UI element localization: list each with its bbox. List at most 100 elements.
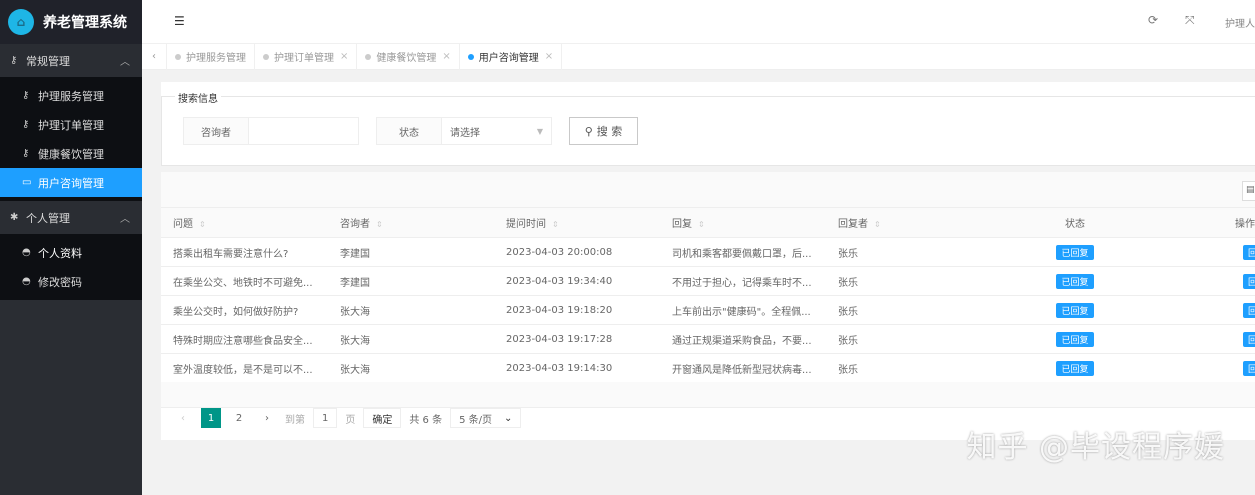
- cell-consultant: 李建国: [328, 266, 494, 296]
- cell-time: 2023-04-03 20:00:08: [494, 237, 660, 267]
- col-question[interactable]: 问题 ⇕: [161, 207, 328, 238]
- col-reply[interactable]: 回复 ⇕: [660, 207, 826, 238]
- item-label: 护理服务管理: [38, 89, 104, 103]
- tab-dot: [263, 53, 269, 60]
- item-label: 健康餐饮管理: [38, 147, 104, 161]
- col-time[interactable]: 提问时间 ⇕: [494, 207, 660, 238]
- sort-icon[interactable]: ⇕: [199, 220, 206, 229]
- item-label: 用户咨询管理: [38, 176, 104, 190]
- key-icon: ⚷: [22, 119, 30, 130]
- app-logo[interactable]: ⌂ 养老管理系统: [0, 0, 142, 44]
- item-label: 个人资料: [38, 246, 82, 260]
- cell-replier: 张乐: [826, 295, 992, 325]
- tabs-scroll-left-icon[interactable]: ‹: [142, 43, 167, 70]
- print-icon[interactable]: ▤: [1242, 181, 1255, 201]
- reply-button[interactable]: 回复: [1242, 302, 1255, 318]
- table-row: 乘坐公交时，如何做好防护? 张大海 2023-04-03 19:18:20 上车…: [161, 295, 1255, 325]
- consultant-field: 咨询者: [183, 117, 359, 145]
- reply-button[interactable]: 回复: [1242, 360, 1255, 376]
- tab-consultation[interactable]: 用户咨询管理 ×: [460, 43, 563, 70]
- cell-replier: 张乐: [826, 353, 992, 383]
- chevron-up-icon: ︿: [120, 214, 130, 225]
- item-label: 修改密码: [38, 275, 82, 289]
- tab-nursing-order[interactable]: 护理订单管理 ×: [255, 43, 358, 70]
- table-toolbar: [161, 172, 1255, 207]
- table-row: 特殊时期应注意哪些食品安全... 张大海 2023-04-03 19:17:28…: [161, 324, 1255, 354]
- sidebar-group-general[interactable]: ⚷ 常规管理 ︿: [0, 44, 142, 77]
- col-label: 状态: [1065, 219, 1085, 230]
- cell-time: 2023-04-03 19:17:28: [494, 324, 660, 354]
- tab-bar: ‹ 护理服务管理 护理订单管理 × 健康餐饮管理 × 用户咨询管理 ×: [142, 43, 1255, 70]
- cell-replier: 张乐: [826, 266, 992, 296]
- cell-consultant: 张大海: [328, 353, 494, 383]
- folder-icon: ▭: [22, 177, 32, 188]
- tab-dot: [365, 53, 372, 60]
- status-badge: 已回复: [1056, 331, 1094, 347]
- col-label: 提问时间: [506, 219, 546, 230]
- table-header-row: 问题 ⇕ 咨询者 ⇕ 提问时间 ⇕ 回复 ⇕ 回复者 ⇕ 状态 操作: [161, 207, 1255, 238]
- page-size-value: 5 条/页: [459, 414, 493, 426]
- tab-diet[interactable]: 健康餐饮管理 ×: [357, 43, 460, 70]
- reply-button[interactable]: 回复: [1242, 331, 1255, 347]
- goto-confirm-button[interactable]: 确定: [363, 408, 402, 428]
- consultation-table: 问题 ⇕ 咨询者 ⇕ 提问时间 ⇕ 回复 ⇕ 回复者 ⇕ 状态 操作 搭乘出租车需要注意什…: [161, 207, 1255, 383]
- cell-question: 特殊时期应注意哪些食品安全...: [161, 324, 328, 354]
- sort-icon[interactable]: ⇕: [698, 220, 705, 229]
- close-icon[interactable]: ×: [442, 51, 450, 62]
- caret-down-icon: ▼: [536, 126, 543, 136]
- tab-nursing-service[interactable]: 护理服务管理: [167, 43, 255, 70]
- search-icon: ⚲: [584, 124, 593, 138]
- top-header: ☰ ⟳ ⤧ 护理人: [142, 0, 1255, 44]
- close-icon[interactable]: ×: [340, 51, 348, 62]
- sidebar-item-change-password[interactable]: ◓ 修改密码: [0, 267, 142, 296]
- page-1[interactable]: 1: [201, 408, 221, 428]
- page-2[interactable]: 2: [229, 408, 249, 428]
- key-icon: ⚷: [22, 148, 30, 159]
- fullscreen-icon[interactable]: ⤧: [1185, 13, 1195, 28]
- sort-icon[interactable]: ⇕: [376, 220, 383, 229]
- sidebar-item-consultation[interactable]: ▭ 用户咨询管理: [0, 168, 142, 197]
- sort-icon[interactable]: ⇕: [874, 220, 881, 229]
- col-label: 回复: [672, 219, 692, 230]
- table-row: 室外温度较低，是不是可以不... 张大海 2023-04-03 19:14:30…: [161, 353, 1255, 383]
- refresh-icon[interactable]: ⟳: [1148, 13, 1158, 27]
- cell-consultant: 张大海: [328, 324, 494, 354]
- reply-button[interactable]: 回复: [1242, 244, 1255, 260]
- cell-question: 搭乘出租车需要注意什么?: [161, 237, 328, 267]
- cell-question: 室外温度较低，是不是可以不...: [161, 353, 328, 383]
- sidebar-group-personal[interactable]: ✱ 个人管理 ︿: [0, 201, 142, 234]
- col-replier[interactable]: 回复者 ⇕: [826, 207, 992, 238]
- sidebar-item-nursing-service[interactable]: ⚷ 护理服务管理: [0, 81, 142, 110]
- group-label: 个人管理: [26, 211, 70, 225]
- user-menu[interactable]: 护理人: [1225, 15, 1255, 30]
- cell-action: 回复: [1158, 324, 1255, 354]
- col-consultant[interactable]: 咨询者 ⇕: [328, 207, 494, 238]
- cell-question: 在乘坐公交、地铁时不可避免...: [161, 266, 328, 296]
- search-button[interactable]: ⚲ 搜 索: [569, 117, 638, 145]
- next-page-icon[interactable]: ›: [257, 408, 277, 428]
- cell-reply: 开窗通风是降低新型冠状病毒...: [660, 353, 826, 383]
- cell-question: 乘坐公交时，如何做好防护?: [161, 295, 328, 325]
- sidebar-item-profile[interactable]: ◓ 个人资料: [0, 238, 142, 267]
- cell-status: 已回复: [992, 237, 1158, 267]
- cell-status: 已回复: [992, 353, 1158, 383]
- close-icon[interactable]: ×: [545, 51, 553, 62]
- status-badge: 已回复: [1056, 244, 1094, 260]
- goto-label: 到第: [285, 414, 305, 426]
- col-status: 状态: [992, 207, 1158, 238]
- consultant-input[interactable]: [249, 118, 358, 144]
- sidebar-item-nursing-order[interactable]: ⚷ 护理订单管理: [0, 110, 142, 139]
- field-label: 咨询者: [184, 118, 249, 144]
- cell-action: 回复: [1158, 295, 1255, 325]
- menu-toggle-icon[interactable]: ☰: [174, 14, 185, 28]
- cell-reply: 上车前出示"健康码"。全程佩...: [660, 295, 826, 325]
- table-card: ▤ 问题 ⇕ 咨询者 ⇕ 提问时间 ⇕ 回复 ⇕ 回复者 ⇕ 状态 操作 搭乘出租车需要注…: [161, 172, 1255, 440]
- reply-button[interactable]: 回复: [1242, 273, 1255, 289]
- goto-page-input[interactable]: 1: [313, 408, 338, 428]
- status-select[interactable]: 请选择 ▼: [442, 118, 551, 144]
- prev-page-icon[interactable]: ‹: [173, 408, 193, 428]
- watermark: 知乎 @毕设程序媛: [966, 430, 1225, 465]
- page-size-select[interactable]: 5 条/页 ⌄: [450, 408, 522, 428]
- sidebar-item-diet[interactable]: ⚷ 健康餐饮管理: [0, 139, 142, 168]
- sort-icon[interactable]: ⇕: [552, 220, 559, 229]
